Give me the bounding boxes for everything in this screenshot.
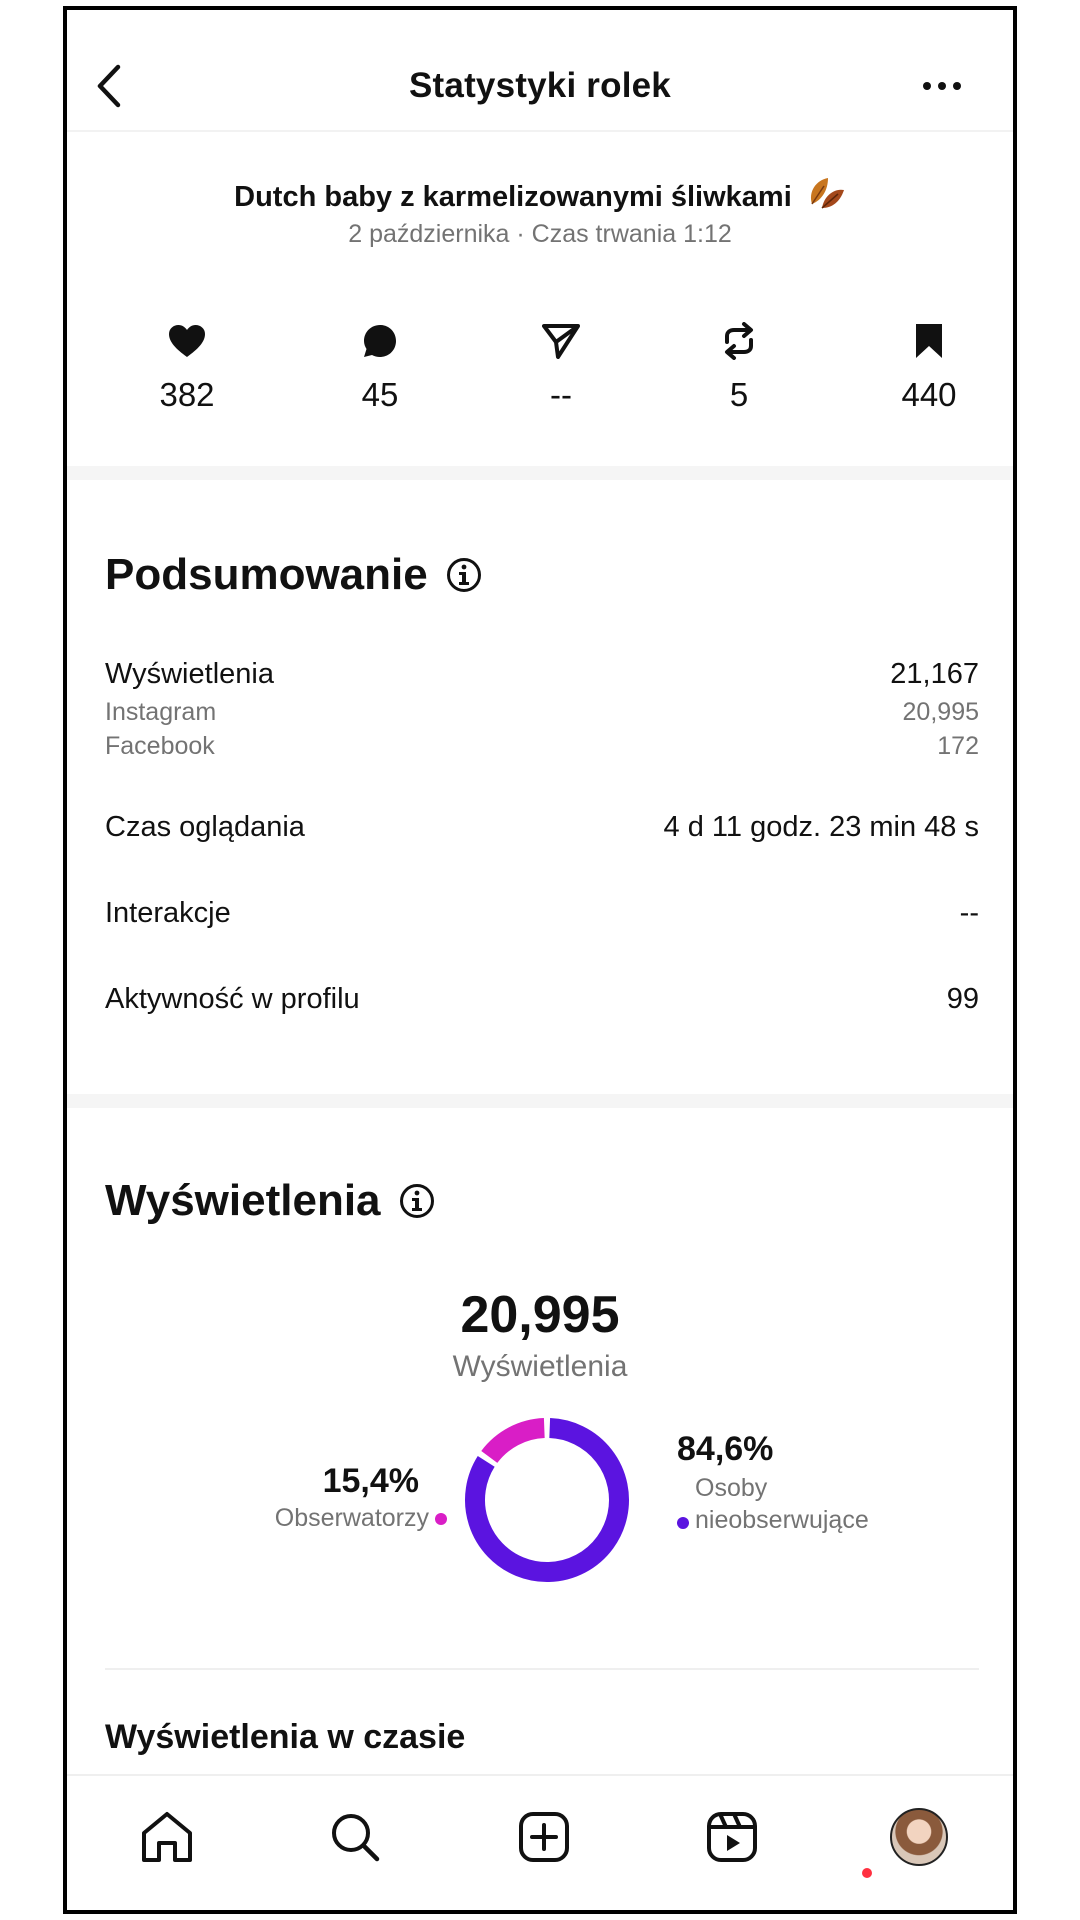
summary-heading: Podsumowanie <box>105 550 482 600</box>
non-followers-legend: Osoby nieobserwujące <box>677 1472 877 1536</box>
profile-activity-value: 99 <box>946 983 979 1015</box>
header-divider <box>67 130 1013 132</box>
likes-count: 382 <box>159 376 215 413</box>
shares-count: -- <box>550 376 572 413</box>
shares-stat: -- <box>501 320 621 414</box>
comment-icon <box>364 325 396 357</box>
interactions-label: Interakcje <box>105 897 231 929</box>
watch-time-row: Czas oglądania 4 d 11 godz. 23 min 48 s <box>105 811 979 844</box>
bookmark-icon <box>916 324 942 358</box>
facebook-label: Facebook <box>105 732 215 760</box>
engagement-stats: 382 45 -- 5 440 <box>127 320 967 420</box>
interactions-row[interactable]: Interakcje -- <box>105 897 979 930</box>
followers-dot <box>435 1512 447 1525</box>
top-bar: Statystyki rolek <box>67 10 1013 130</box>
likes-stat: 382 <box>127 320 247 414</box>
reel-title-text: Dutch baby z karmelizowanymi śliwkami <box>234 181 792 213</box>
instagram-label: Instagram <box>105 698 217 726</box>
search-button[interactable] <box>320 1802 390 1872</box>
reels-icon <box>707 1812 757 1862</box>
views-title: Wyświetlenia <box>105 1176 381 1225</box>
heart-icon <box>169 325 205 357</box>
saves-stat: 440 <box>869 320 989 414</box>
home-button[interactable] <box>132 1802 202 1872</box>
repost-icon <box>725 322 753 360</box>
instagram-value: 20,995 <box>902 698 979 726</box>
phone-frame: Statystyki rolek Dutch baby z karmelizow… <box>63 6 1017 1914</box>
divider <box>105 1668 979 1670</box>
reel-title: Dutch baby z karmelizowanymi śliwkami <box>67 174 1013 220</box>
more-horizontal-icon <box>923 82 961 90</box>
section-divider <box>67 1094 1013 1108</box>
non-followers-label: Osoby nieobserwujące <box>695 1474 869 1534</box>
watch-time-value: 4 d 11 godz. 23 min 48 s <box>663 811 979 843</box>
leaves-emoji-icon <box>806 174 846 220</box>
section-divider <box>67 466 1013 480</box>
info-icon[interactable] <box>399 1183 435 1219</box>
views-total: 20,995 <box>460 1286 620 1344</box>
reposts-stat: 5 <box>679 320 799 414</box>
views-heading: Wyświetlenia <box>105 1176 435 1226</box>
comments-count: 45 <box>361 376 399 413</box>
reel-meta: 2 października · Czas trwania 1:12 <box>348 220 732 248</box>
profile-avatar <box>890 1808 948 1866</box>
followers-segment <box>481 1418 546 1464</box>
interactions-value: -- <box>959 897 979 929</box>
create-icon <box>519 1812 569 1862</box>
bottom-navigation <box>67 1776 1013 1910</box>
summary-title: Podsumowanie <box>105 550 428 599</box>
watch-time-label: Czas oglądania <box>105 811 305 843</box>
home-icon <box>142 1812 192 1862</box>
followers-label: Obserwatorzy <box>274 1504 429 1532</box>
followers-legend: Obserwatorzy <box>207 1504 447 1533</box>
non-followers-percent: 84,6% <box>677 1430 774 1468</box>
notification-dot <box>862 1868 872 1878</box>
views-label: Wyświetlenia <box>105 658 274 690</box>
views-total-label: Wyświetlenia <box>452 1350 628 1383</box>
comments-stat: 45 <box>320 320 440 414</box>
profile-button[interactable] <box>884 1802 954 1872</box>
search-icon <box>332 1814 380 1862</box>
page-title: Statystyki rolek <box>409 66 671 105</box>
views-donut-chart <box>457 1410 637 1590</box>
info-icon[interactable] <box>446 557 482 593</box>
facebook-value: 172 <box>937 732 979 760</box>
profile-activity-label: Aktywność w profilu <box>105 983 360 1015</box>
facebook-row: Facebook 172 <box>105 732 979 761</box>
views-value: 21,167 <box>890 658 979 690</box>
non-followers-dot <box>677 1517 689 1529</box>
create-button[interactable] <box>509 1802 579 1872</box>
followers-percent: 15,4% <box>322 1462 419 1500</box>
more-options-button[interactable] <box>917 68 967 104</box>
instagram-row: Instagram 20,995 <box>105 698 979 727</box>
send-icon <box>542 324 580 359</box>
profile-activity-row[interactable]: Aktywność w profilu 99 <box>105 983 979 1016</box>
reposts-count: 5 <box>729 376 749 413</box>
saves-count: 440 <box>901 376 957 413</box>
views-over-time-title: Wyświetlenia w czasie <box>105 1718 466 1756</box>
views-row: Wyświetlenia 21,167 <box>105 658 979 691</box>
reels-button[interactable] <box>697 1802 767 1872</box>
